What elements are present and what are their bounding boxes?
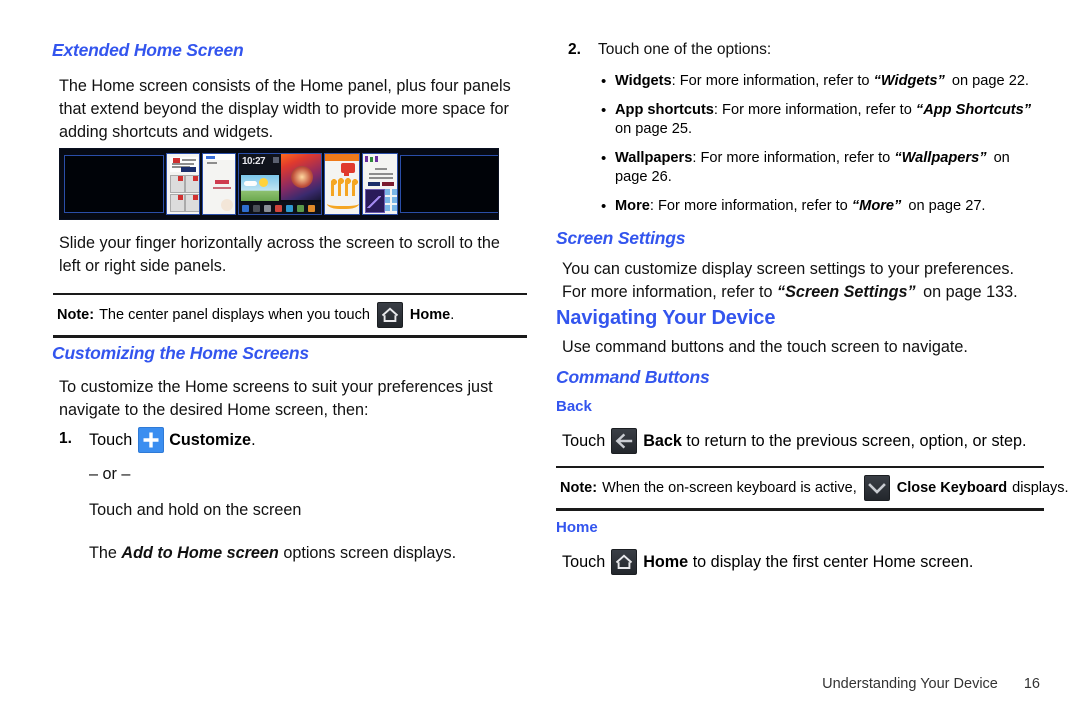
panel-center-home: 10:27 xyxy=(238,153,322,215)
note-end: displays. xyxy=(1012,480,1069,496)
step-two-text: Touch one of the options: xyxy=(598,41,772,58)
option-sep: : xyxy=(649,197,654,214)
slide-paragraph: Slide your finger horizontally across th… xyxy=(59,234,500,275)
back-rest: to return to the previous screen, option… xyxy=(686,431,1027,450)
close-keyboard-icon[interactable] xyxy=(863,475,890,501)
or-separator: – or – xyxy=(89,465,131,483)
note-period: . xyxy=(450,307,455,323)
option-name: More xyxy=(615,197,650,214)
bullet-dot-icon: • xyxy=(601,149,607,167)
result-suffix: options screen displays. xyxy=(283,544,457,562)
manual-page: Extended Home Screen The Home screen con… xyxy=(0,0,1080,720)
result-prefix: The xyxy=(89,544,117,562)
step-one-touch-line: Touch Customize. xyxy=(89,427,519,453)
option-tail: on page 25. xyxy=(615,121,693,137)
heading-navigating-your-device: Navigating Your Device xyxy=(556,307,776,329)
plus-icon[interactable] xyxy=(138,427,165,453)
step-one: 1. Touch Customize. – or – Touch and hol… xyxy=(59,427,519,565)
touch-word: Touch xyxy=(89,430,133,449)
touch-word: Touch xyxy=(562,552,606,571)
home-panels-figure: 10:27 xyxy=(59,148,499,220)
note-box-close-keyboard: Note: When the on-screen keyboard is act… xyxy=(556,466,1069,511)
option-tail: on page 27. xyxy=(908,197,986,214)
panel-far-left xyxy=(64,155,164,213)
heading-back: Back xyxy=(556,398,592,415)
note-box-home: Note: The center panel displays when you… xyxy=(53,293,527,338)
home-label: Home xyxy=(643,552,689,571)
option-body: For more information, refer to xyxy=(658,197,848,214)
heading-extended-home-screen: Extended Home Screen xyxy=(52,40,244,60)
page-footer: Understanding Your Device 16 xyxy=(822,676,1040,692)
option-ref: “More” xyxy=(851,197,902,214)
home-icon[interactable] xyxy=(611,549,638,575)
option-name: Wallpapers xyxy=(615,149,693,166)
step-one-number: 1. xyxy=(59,430,72,447)
footer-page-number: 16 xyxy=(1023,676,1040,692)
note-label: Note: xyxy=(560,480,598,496)
result-line: The Add to Home screen options screen di… xyxy=(89,542,519,565)
footer-section-title: Understanding Your Device xyxy=(822,676,998,692)
option-more[interactable]: • More: For more information, refer to “… xyxy=(601,197,1039,217)
back-instruction-line: Touch Back to return to the previous scr… xyxy=(562,428,1027,454)
touch-and-hold-line: Touch and hold on the screen xyxy=(89,501,302,519)
customize-period: . xyxy=(251,430,256,449)
panel-left xyxy=(166,153,200,215)
screen-settings-paragraph: You can customize display screen setting… xyxy=(562,258,1040,304)
option-sep: : xyxy=(713,101,718,118)
home-rest: to display the first center Home screen. xyxy=(692,552,974,571)
heading-home: Home xyxy=(556,519,598,536)
option-ref: “App Shortcuts” xyxy=(915,101,1032,118)
screen-settings-text-2: on page 133. xyxy=(923,283,1018,301)
back-label: Back xyxy=(643,431,682,450)
option-sep: : xyxy=(671,73,676,89)
option-ref: “Wallpapers” xyxy=(894,149,987,166)
add-to-home-screen-label: Add to Home screen xyxy=(121,544,279,562)
note-bold-word: Home xyxy=(409,307,451,323)
customize-label: Customize xyxy=(169,430,252,449)
home-icon xyxy=(376,302,403,328)
navigating-paragraph: Use command buttons and the touch screen… xyxy=(562,338,968,356)
note-text: The center panel displays when you touch xyxy=(99,307,370,323)
heading-customizing-home-screens: Customizing the Home Screens xyxy=(52,343,309,363)
touch-word: Touch xyxy=(562,431,606,450)
bullet-dot-icon: • xyxy=(601,101,607,119)
bullet-dot-icon: • xyxy=(601,73,607,90)
option-widgets[interactable]: • Widgets: For more information, refer t… xyxy=(601,72,1039,92)
customize-paragraph: To customize the Home screens to suit yo… xyxy=(59,378,493,419)
panel-center-right xyxy=(324,153,360,215)
heading-screen-settings: Screen Settings xyxy=(556,228,686,248)
option-app-shortcuts[interactable]: • App shortcuts: For more information, r… xyxy=(601,101,1039,140)
option-ref: “Widgets” xyxy=(873,73,945,89)
option-wallpapers[interactable]: • Wallpapers: For more information, refe… xyxy=(601,149,1039,188)
back-arrow-icon[interactable] xyxy=(611,428,638,454)
option-name: App shortcuts xyxy=(615,101,714,118)
panel-far-right xyxy=(400,155,498,213)
heading-command-buttons: Command Buttons xyxy=(556,367,710,387)
home-instruction-line: Touch Home to display the first center H… xyxy=(562,549,973,575)
screen-settings-ref: “Screen Settings” xyxy=(777,283,916,301)
intro-paragraph: The Home screen consists of the Home pan… xyxy=(59,77,511,141)
step-two: 2. Touch one of the options: xyxy=(568,38,1038,61)
option-body: For more information, refer to xyxy=(700,149,891,166)
option-name: Widgets xyxy=(615,73,672,89)
step-two-number: 2. xyxy=(568,41,581,58)
bullet-dot-icon: • xyxy=(601,197,607,215)
option-body: For more information, refer to xyxy=(679,73,870,89)
note-text: When the on-screen keyboard is active, xyxy=(602,480,857,496)
note-bold-word: Close Keyboard xyxy=(896,480,1008,496)
note-label: Note: xyxy=(57,307,95,323)
option-tail: on page 22. xyxy=(951,73,1029,89)
options-list: • Widgets: For more information, refer t… xyxy=(601,72,1039,216)
panel-center-left xyxy=(202,153,236,215)
panel-right xyxy=(362,153,398,215)
option-sep: : xyxy=(692,149,697,166)
option-body: For more information, refer to xyxy=(722,101,912,118)
